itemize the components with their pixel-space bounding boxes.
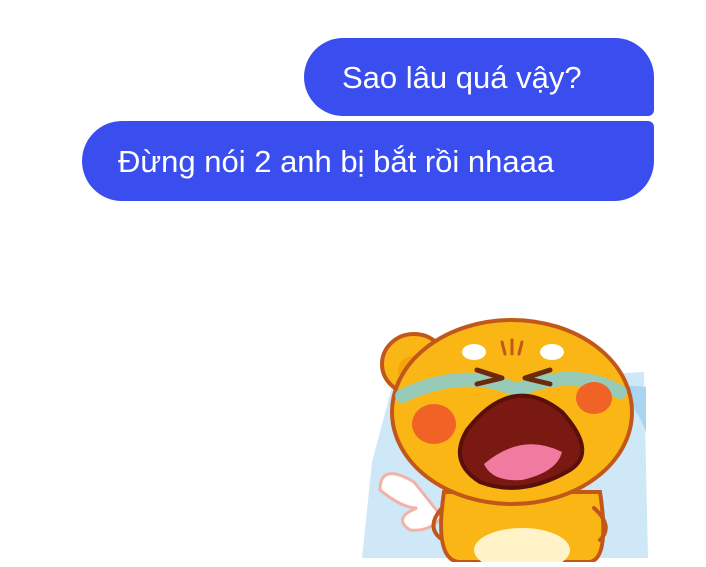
- message-bubble-2[interactable]: Đừng nói 2 anh bị bắt rồi nhaaa: [82, 121, 654, 201]
- message-text-2: Đừng nói 2 anh bị bắt rồi nhaaa: [118, 143, 555, 179]
- message-text-1: Sao lâu quá vậy?: [342, 59, 582, 95]
- crying-bear-sticker-icon[interactable]: [362, 312, 652, 567]
- message-bubble-1[interactable]: Sao lâu quá vậy?: [304, 38, 654, 116]
- sticker-graphic: [362, 318, 648, 567]
